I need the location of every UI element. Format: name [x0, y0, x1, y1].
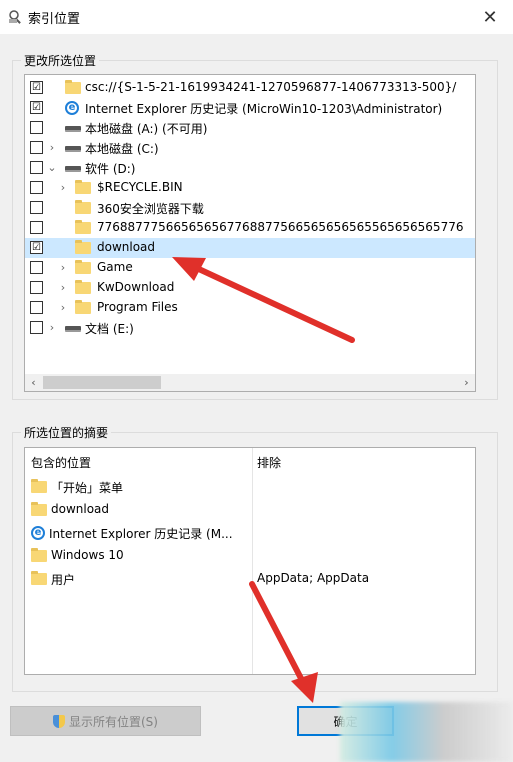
folder-icon	[75, 180, 91, 196]
tree-row-drive-d[interactable]: ⌄ 软件 (D:)	[25, 158, 475, 178]
summary-group: 所选位置的摘要 包含的位置 排除 「开始」菜单 download e Inter…	[12, 424, 498, 692]
chevron-right-icon[interactable]: ›	[57, 180, 69, 196]
scroll-left-icon[interactable]: ‹	[25, 374, 42, 391]
change-locations-group: 更改所选位置 ☑ csc://{S-1-5-21-1619934241-1270…	[12, 52, 498, 400]
window-title: 索引位置	[28, 12, 81, 27]
tree-row-drive-e[interactable]: › 文档 (E:)	[25, 318, 475, 338]
tree-row-csc[interactable]: ☑ csc://{S-1-5-21-1619934241-1270596877-…	[25, 78, 475, 98]
tree-row-label: 文档 (E:)	[85, 322, 134, 336]
checkbox[interactable]: ☑	[30, 81, 43, 94]
tree-row-label: $RECYCLE.BIN	[97, 180, 183, 194]
folder-icon	[75, 240, 91, 256]
tree-row-label: 7768877756656565677688775665656565655656…	[97, 220, 464, 234]
summary-row-label: download	[51, 502, 110, 516]
drive-icon	[65, 320, 81, 336]
summary-list[interactable]: 包含的位置 排除 「开始」菜单 download e Internet Expl…	[24, 447, 476, 675]
folder-icon	[65, 80, 81, 96]
tree-row-game[interactable]: › Game	[25, 258, 475, 278]
summary-row-users[interactable]: 用户	[31, 568, 251, 590]
tree-row-program-files[interactable]: › Program Files	[25, 298, 475, 318]
drive-icon	[65, 120, 81, 136]
ie-icon: e	[31, 525, 47, 541]
checkbox[interactable]	[30, 201, 43, 214]
show-all-label: 显示所有位置(S)	[69, 714, 158, 729]
summary-row-label: 「开始」菜单	[51, 481, 124, 495]
tree-row-ie-history[interactable]: ☑ e Internet Explorer 历史记录 (MicroWin10-1…	[25, 98, 475, 118]
checkbox[interactable]	[30, 221, 43, 234]
checkbox[interactable]: ☑	[30, 101, 43, 114]
chevron-right-icon[interactable]: ›	[57, 280, 69, 296]
title-bar: 索引位置 ✕	[0, 0, 513, 34]
tree-row-drive-c[interactable]: › 本地磁盘 (C:)	[25, 138, 475, 158]
tree-row-label: 360安全浏览器下载	[97, 202, 204, 216]
chevron-down-icon[interactable]: ⌄	[46, 160, 58, 176]
drive-icon	[65, 140, 81, 156]
checkbox[interactable]	[30, 321, 43, 334]
excluded-header[interactable]: 排除	[257, 454, 281, 471]
checkbox[interactable]	[30, 121, 43, 134]
checkbox[interactable]	[30, 181, 43, 194]
tree-row-kwdownload[interactable]: › KwDownload	[25, 278, 475, 298]
tree-row-label: KwDownload	[97, 280, 175, 294]
checkbox[interactable]	[30, 261, 43, 274]
ie-icon: e	[65, 100, 81, 116]
tree-row-download[interactable]: ☑ download	[25, 238, 475, 258]
scroll-thumb[interactable]	[43, 376, 161, 389]
checkbox[interactable]	[30, 281, 43, 294]
summary-row-windows10[interactable]: Windows 10	[31, 545, 251, 567]
scroll-right-icon[interactable]: ›	[458, 374, 475, 391]
chevron-right-icon[interactable]: ›	[46, 140, 58, 156]
checkbox[interactable]: ☑	[30, 241, 43, 254]
chevron-right-icon[interactable]: ›	[46, 320, 58, 336]
tree-row-label: csc://{S-1-5-21-1619934241-1270596877-14…	[85, 80, 457, 94]
checkbox[interactable]	[30, 301, 43, 314]
checkbox[interactable]	[30, 161, 43, 174]
folder-icon	[75, 220, 91, 236]
summary-row-download[interactable]: download	[31, 499, 251, 521]
folder-icon	[75, 200, 91, 216]
folder-icon	[75, 260, 91, 276]
tree-row-label: Game	[97, 260, 133, 274]
shield-icon	[53, 714, 65, 728]
show-all-locations-button[interactable]: 显示所有位置(S)	[10, 706, 201, 736]
tree-row-label: download	[97, 240, 156, 254]
summary-row-label: Internet Explorer 历史记录 (M...	[49, 527, 233, 541]
excluded-value: AppData; AppData	[257, 571, 370, 585]
tree-row-label: Internet Explorer 历史记录 (MicroWin10-1203\…	[85, 102, 443, 116]
summary-label: 所选位置的摘要	[21, 424, 112, 441]
tree-row-label: 本地磁盘 (C:)	[85, 142, 159, 156]
tree-row-recycle-bin[interactable]: › $RECYCLE.BIN	[25, 178, 475, 198]
tree-row-long-number-folder[interactable]: 7768877756656565677688775665656565655656…	[25, 218, 475, 238]
folder-icon	[31, 479, 47, 495]
blurred-watermark	[340, 702, 513, 762]
close-button[interactable]: ✕	[467, 0, 513, 34]
included-header[interactable]: 包含的位置	[31, 454, 91, 471]
summary-row-start-menu[interactable]: 「开始」菜单	[31, 476, 251, 498]
tree-row-label: 本地磁盘 (A:) (不可用)	[85, 122, 208, 136]
change-locations-label: 更改所选位置	[21, 52, 100, 69]
summary-row-ie-history[interactable]: e Internet Explorer 历史记录 (M...	[31, 522, 251, 544]
folder-icon	[31, 571, 47, 587]
column-divider	[252, 448, 253, 674]
horizontal-scrollbar[interactable]: ‹ ›	[25, 374, 475, 391]
folder-icon	[75, 280, 91, 296]
folder-icon	[31, 502, 47, 518]
tree-row-360-download[interactable]: 360安全浏览器下载	[25, 198, 475, 218]
checkbox[interactable]	[30, 141, 43, 154]
close-icon: ✕	[482, 6, 498, 28]
tree-row-label: 软件 (D:)	[85, 162, 136, 176]
chevron-right-icon[interactable]: ›	[57, 260, 69, 276]
summary-row-label: 用户	[51, 573, 76, 587]
tree-row-label: Program Files	[97, 300, 178, 314]
tree-row-drive-a[interactable]: 本地磁盘 (A:) (不可用)	[25, 118, 475, 138]
folder-icon	[75, 300, 91, 316]
drive-icon	[65, 160, 81, 176]
search-index-icon	[9, 10, 21, 24]
chevron-right-icon[interactable]: ›	[57, 300, 69, 316]
folder-icon	[31, 548, 47, 564]
location-tree[interactable]: ☑ csc://{S-1-5-21-1619934241-1270596877-…	[24, 74, 476, 392]
summary-row-label: Windows 10	[51, 548, 124, 562]
